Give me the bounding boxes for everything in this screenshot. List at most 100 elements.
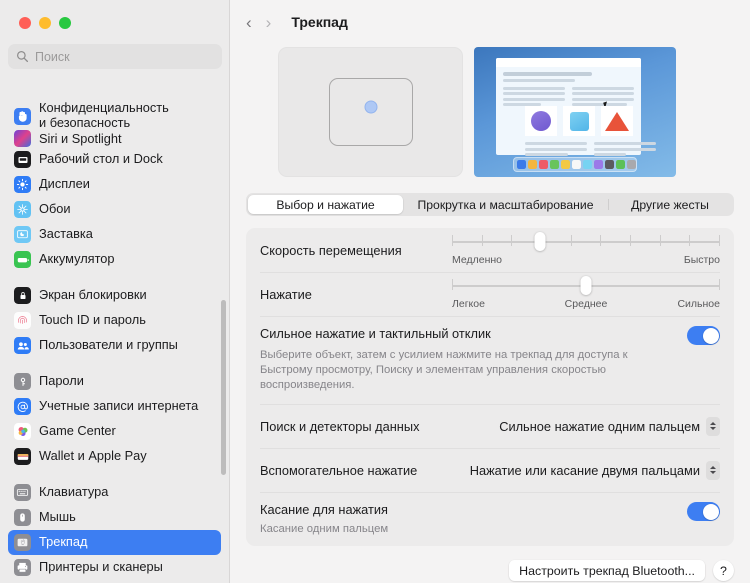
sidebar-item-label: Рабочий стол и Dock xyxy=(39,151,163,167)
setup-bluetooth-trackpad-button[interactable]: Настроить трекпад Bluetooth... xyxy=(509,560,705,582)
slider-label-medium: Среднее xyxy=(564,297,608,310)
sidebar-item-label: Обои xyxy=(39,201,71,217)
at-sign-icon xyxy=(14,398,31,415)
slider-thumb[interactable] xyxy=(580,275,592,295)
lookup-popup-button[interactable]: Сильное нажатие одним пальцем xyxy=(499,416,720,436)
sidebar-item-touch-id[interactable]: Touch ID и пароль xyxy=(8,308,221,333)
lock-screen-icon xyxy=(14,287,31,304)
footer-buttons: Настроить трекпад Bluetooth... ? xyxy=(230,546,750,582)
sidebar-item-lock-screen[interactable]: Экран блокировки xyxy=(8,283,221,308)
sidebar-item-trackpad[interactable]: Трекпад xyxy=(8,530,221,555)
click-pressure-slider[interactable]: Легкое Среднее Сильное xyxy=(452,275,720,310)
sidebar-item-displays[interactable]: Дисплеи xyxy=(8,172,221,197)
chevron-updown-icon xyxy=(706,460,720,480)
slider-tick xyxy=(481,234,483,246)
slider-track[interactable] xyxy=(452,231,720,251)
sidebar-item-label: Дисплеи xyxy=(39,176,90,192)
chevron-left-icon[interactable]: ‹ xyxy=(246,14,252,31)
force-click-header: Сильное нажатие и тактильный отклик xyxy=(260,326,720,345)
preview-window xyxy=(496,58,656,156)
circle-shape-icon xyxy=(531,111,551,131)
slider-label-firm: Сильное xyxy=(677,297,720,310)
preview-window-body xyxy=(496,67,641,109)
shape-tile xyxy=(563,106,595,136)
search-icon xyxy=(17,51,29,63)
users-icon xyxy=(14,337,31,354)
settings-group-sliders: Скорость перемещения Медленно Быстро Наж… xyxy=(246,228,734,547)
sidebar-scrollbar[interactable] xyxy=(221,300,226,475)
secondary-click-popup-button[interactable]: Нажатие или касание двумя пальцами xyxy=(470,460,720,480)
dock-icon xyxy=(583,160,592,169)
mouse-icon xyxy=(14,509,31,526)
sidebar-item-label: Принтеры и сканеры xyxy=(39,559,163,575)
force-click-toggle[interactable] xyxy=(687,326,720,345)
chevron-right-icon[interactable]: › xyxy=(266,14,272,31)
trackpad-icon xyxy=(14,534,31,551)
slider-label-light: Легкое xyxy=(452,297,485,310)
search-placeholder: Поиск xyxy=(35,49,70,64)
sidebar-item-label: Учетные записи интернета xyxy=(39,398,199,414)
dock-icon xyxy=(561,160,570,169)
slider-thumb[interactable] xyxy=(534,231,546,251)
sidebar-item-mouse[interactable]: Мышь xyxy=(8,505,221,530)
tab-scroll-zoom[interactable]: Прокрутка и масштабирование xyxy=(403,195,608,214)
preview-dock xyxy=(513,157,637,172)
sidebar-item-label: Экран блокировки xyxy=(39,287,147,303)
close-button[interactable] xyxy=(19,17,31,29)
trackpad-outline xyxy=(328,78,413,146)
page-title: Трекпад xyxy=(291,14,348,30)
system-settings-window: Поиск Siri и Spotlight Конфиденциальност… xyxy=(0,0,750,583)
dock-icon xyxy=(594,160,603,169)
sidebar-item-screensaver[interactable]: Заставка xyxy=(8,222,221,247)
siri-icon xyxy=(14,130,31,147)
zoom-button[interactable] xyxy=(59,17,71,29)
sidebar-item-passwords[interactable]: Пароли xyxy=(8,369,221,394)
sidebar-item-wallet-apple-pay[interactable]: Wallet и Apple Pay xyxy=(8,444,221,469)
help-button[interactable]: ? xyxy=(713,560,734,582)
sidebar-item-label: Touch ID и пароль xyxy=(39,312,146,328)
tab-more-gestures[interactable]: Другие жесты xyxy=(608,195,732,214)
shape-tile xyxy=(601,106,633,136)
wallpaper-icon xyxy=(14,201,31,218)
row-click-pressure: Нажатие Легкое Среднее Сильное xyxy=(246,272,734,316)
sidebar-item-game-center[interactable]: Game Center xyxy=(8,419,221,444)
sidebar-item-wallpaper[interactable]: Обои xyxy=(8,197,221,222)
tab-bar-container: Выбор и нажатие Прокрутка и масштабирова… xyxy=(230,193,750,216)
slider-track[interactable] xyxy=(452,275,720,295)
sidebar-item-printers-scanners[interactable]: Принтеры и сканеры xyxy=(8,555,221,580)
search-input[interactable]: Поиск xyxy=(8,44,222,69)
sidebar-item-battery[interactable]: Аккумулятор xyxy=(8,247,221,272)
dock-icon xyxy=(14,151,31,168)
preview-window-titlebar xyxy=(496,58,641,67)
sidebar-scroll-area[interactable]: Siri и Spotlight Конфиденциальность и без… xyxy=(0,72,229,583)
tracking-speed-label: Скорость перемещения xyxy=(260,242,402,258)
square-shape-icon xyxy=(569,111,589,131)
sidebar-item-keyboard[interactable]: Клавиатура xyxy=(8,480,221,505)
tracking-speed-slider[interactable]: Медленно Быстро xyxy=(452,231,720,266)
desktop-animation-preview[interactable] xyxy=(474,47,676,177)
chevron-updown-icon xyxy=(706,416,720,436)
sidebar-item-label: Конфиденциальность и безопасность xyxy=(39,100,169,130)
sidebar-item-internet-accounts[interactable]: Учетные записи интернета xyxy=(8,394,221,419)
click-pressure-label: Нажатие xyxy=(260,286,312,302)
slider-min-label: Медленно xyxy=(452,253,503,266)
battery-icon xyxy=(14,251,31,268)
sidebar-item-label: Заставка xyxy=(39,226,93,242)
sidebar-item-siri-spotlight[interactable]: Siri и Spotlight xyxy=(8,130,128,147)
slider-tick xyxy=(452,234,453,246)
dock-icon xyxy=(528,160,537,169)
toolbar: ‹ › Трекпад xyxy=(230,0,750,44)
minimize-button[interactable] xyxy=(39,17,51,29)
slider-tick xyxy=(511,234,513,246)
slider-line xyxy=(452,240,720,243)
tap-to-click-toggle[interactable] xyxy=(687,502,720,522)
touch-id-icon xyxy=(14,312,31,329)
slider-endpoint xyxy=(719,278,720,290)
sidebar-item-desktop-dock[interactable]: Рабочий стол и Dock xyxy=(8,147,221,172)
tab-point-click[interactable]: Выбор и нажатие xyxy=(248,195,403,214)
display-icon xyxy=(14,176,31,193)
row-tap-to-click: Касание для нажатия Касание одним пальце… xyxy=(246,492,734,546)
row-secondary-click: Вспомогательное нажатие Нажатие или каса… xyxy=(246,448,734,492)
sidebar-item-users-groups[interactable]: Пользователи и группы xyxy=(8,333,221,358)
keyboard-icon xyxy=(14,484,31,501)
